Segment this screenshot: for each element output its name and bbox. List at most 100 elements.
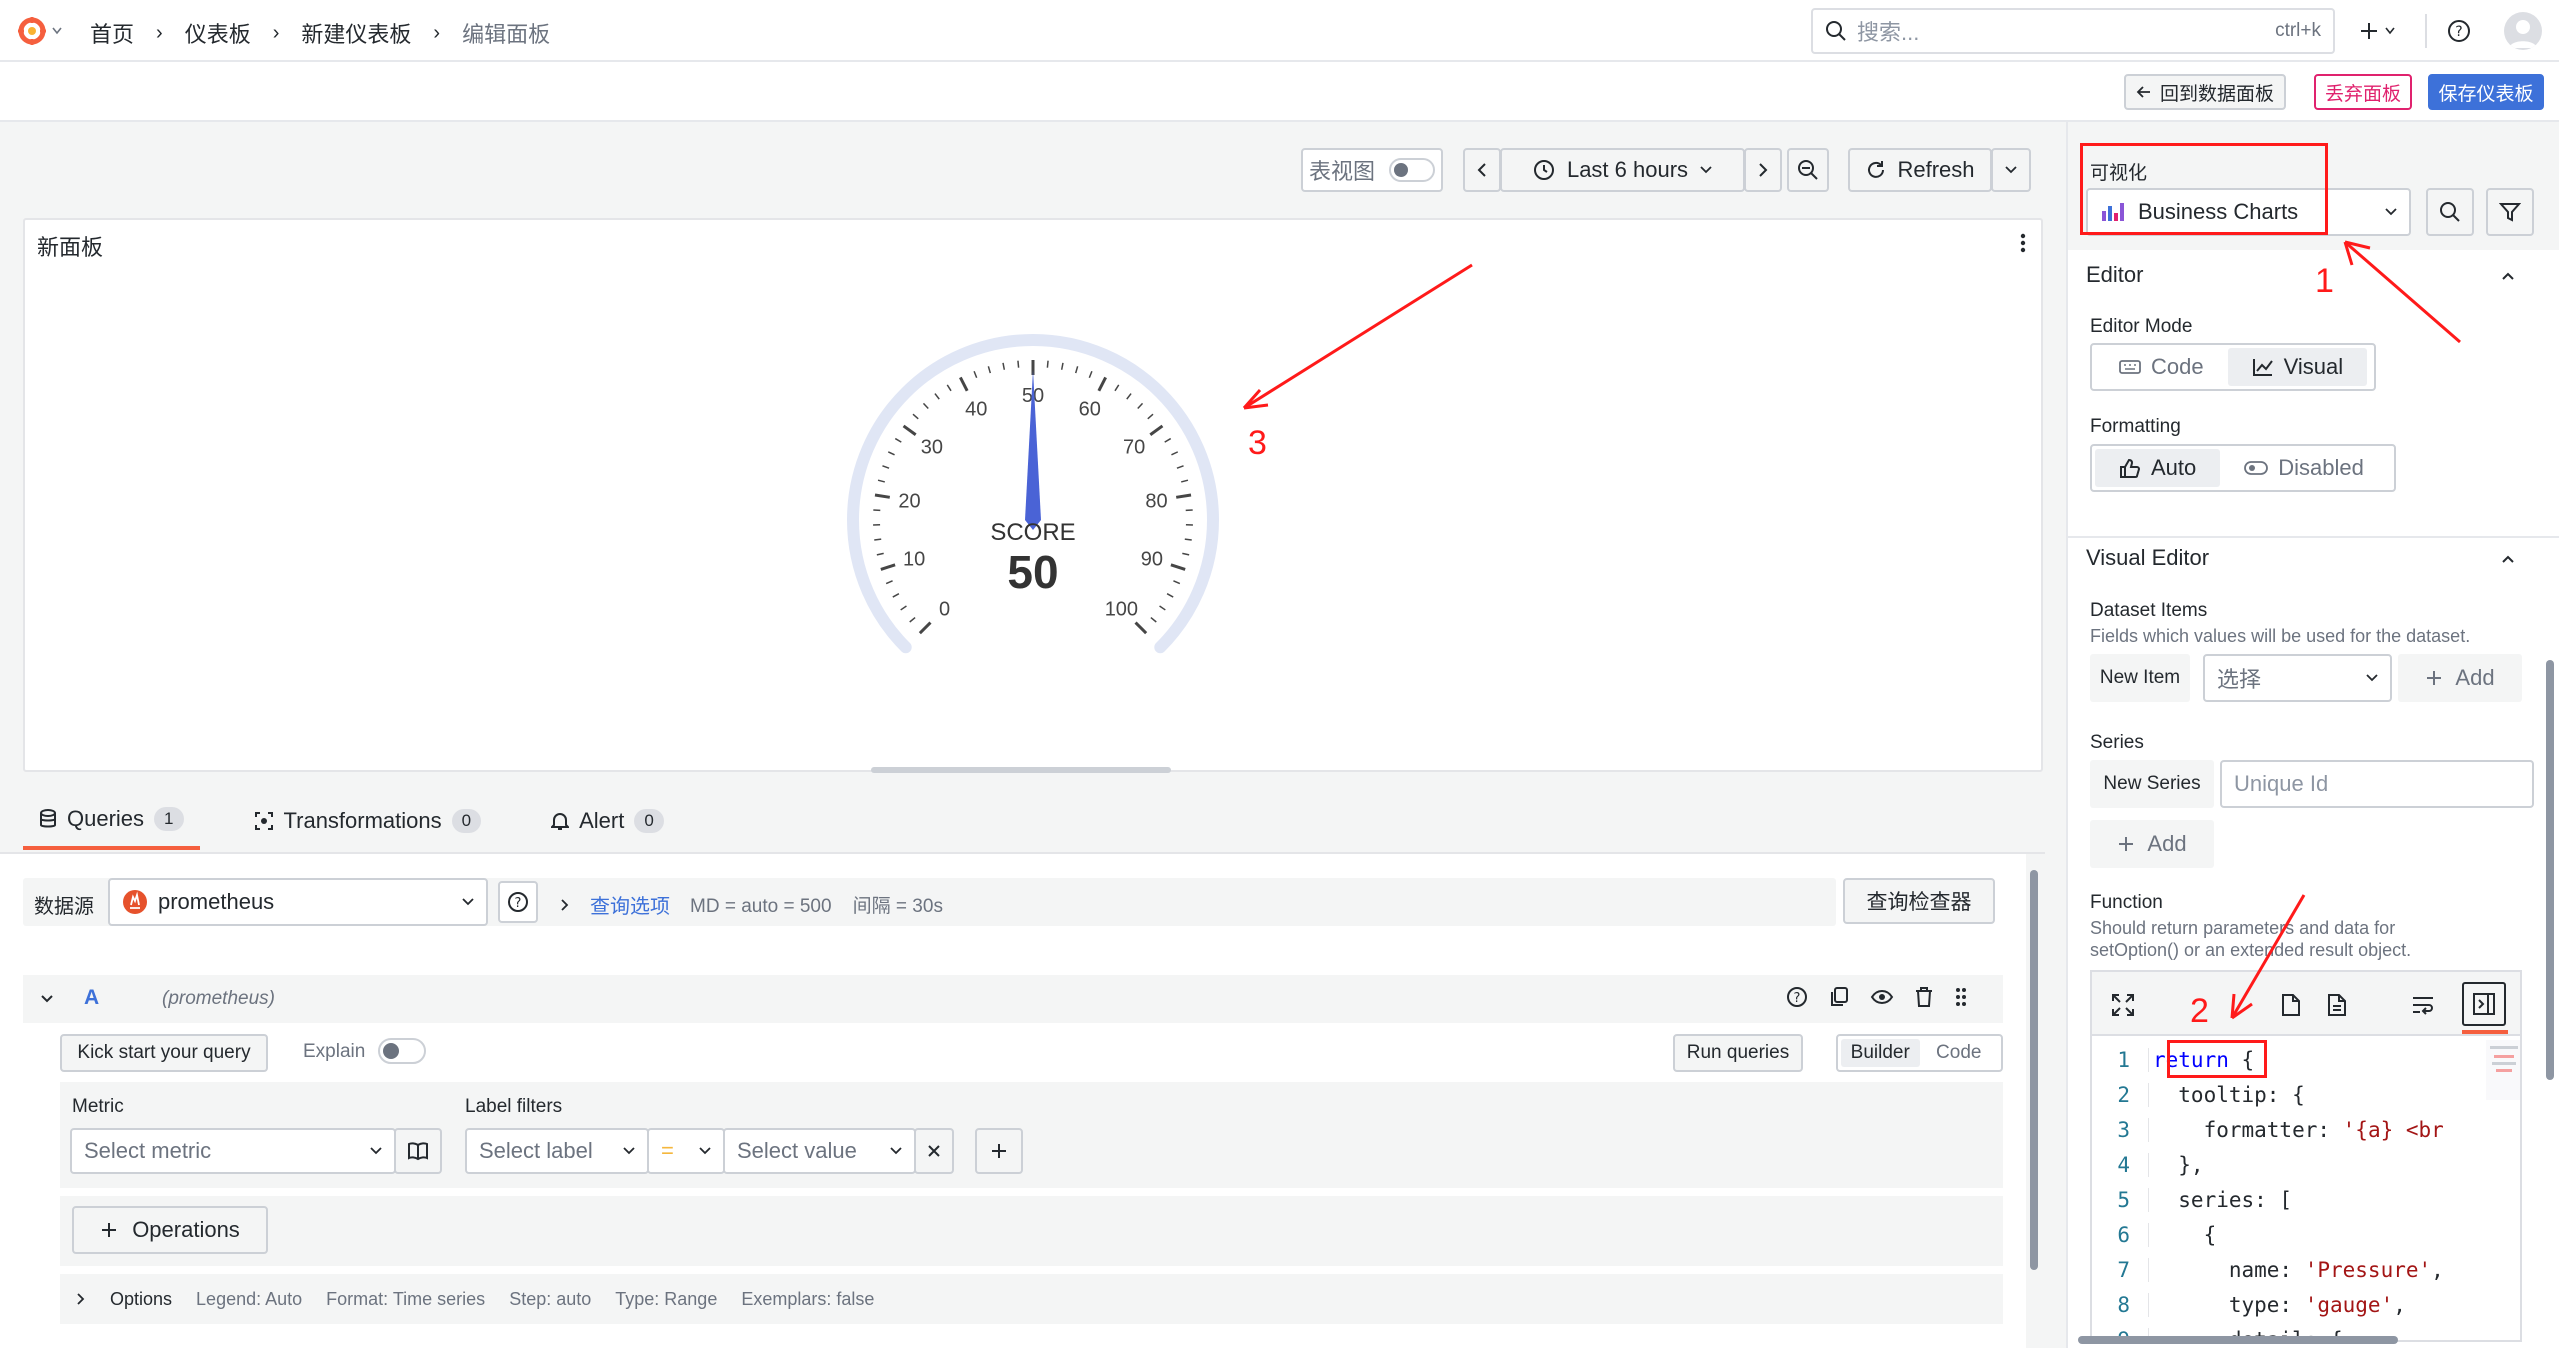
zoom-out-button[interactable] xyxy=(1787,148,1829,192)
dataset-select-placeholder: 选择 xyxy=(2217,667,2262,692)
code-line: 3 formatter: '{a} <br xyxy=(2092,1112,2520,1147)
help-icon[interactable]: ? xyxy=(1786,986,1808,1008)
toggle-switch[interactable] xyxy=(1389,158,1435,182)
code-line: 2 tooltip: { xyxy=(2092,1077,2520,1112)
refresh-button[interactable]: Refresh xyxy=(1848,148,1992,192)
refresh-interval-dropdown[interactable] xyxy=(1991,148,2031,192)
tab-queries[interactable]: Queries 1 xyxy=(23,796,200,850)
collapse-query-icon[interactable] xyxy=(36,988,58,1010)
back-to-dashboard-button[interactable]: 回到数据面板 xyxy=(2124,74,2286,110)
line-number: 4 xyxy=(2117,1152,2130,1177)
value-select[interactable]: Select value xyxy=(723,1128,916,1174)
editor-section-title[interactable]: Editor xyxy=(2086,262,2143,288)
editor-mode-code[interactable]: Code xyxy=(2095,348,2228,386)
code-mode-button[interactable]: Code xyxy=(1920,1039,1999,1067)
eye-icon[interactable] xyxy=(1870,986,1894,1008)
gauge-tick xyxy=(1002,362,1006,370)
chevron-up-icon[interactable] xyxy=(2496,547,2520,571)
discard-panel-button[interactable]: 丢弃面板 xyxy=(2314,74,2412,110)
query-row-header xyxy=(23,975,2003,1023)
operations-button[interactable]: Operations xyxy=(72,1206,268,1254)
builder-mode-button[interactable]: Builder xyxy=(1841,1039,1920,1067)
new-item-text: New Item xyxy=(2099,667,2181,688)
grafana-logo-icon[interactable] xyxy=(14,14,64,48)
line-text: formatter: '{a} <br xyxy=(2148,1117,2444,1142)
panel-menu-icon[interactable] xyxy=(2009,228,2037,258)
time-range-picker[interactable]: Last 6 hours xyxy=(1500,148,1745,192)
duplicate-icon[interactable] xyxy=(1828,986,1850,1008)
gauge-tick xyxy=(874,538,882,541)
options-search-button[interactable] xyxy=(2426,188,2474,236)
add-filter-button[interactable] xyxy=(975,1128,1023,1174)
visual-editor-section-title[interactable]: Visual Editor xyxy=(2086,545,2209,571)
bar-chart-icon xyxy=(2102,203,2124,221)
tab-transformations[interactable]: Transformations 0 xyxy=(238,796,498,850)
plus-icon xyxy=(2427,671,2442,685)
options-hscrollbar[interactable] xyxy=(2078,1336,2398,1344)
explain-toggle[interactable] xyxy=(378,1038,426,1064)
run-queries-label: Run queries xyxy=(1686,1042,1790,1063)
refresh-label: Refresh xyxy=(1897,157,1975,182)
breadcrumb-new-dashboard[interactable]: 新建仪表板 xyxy=(301,17,411,49)
drag-handle-icon[interactable] xyxy=(1954,986,1968,1008)
gauge-tick xyxy=(1134,621,1148,635)
gauge-tick xyxy=(900,605,907,611)
table-view-toggle[interactable]: 表视图 xyxy=(1301,148,1443,192)
panel-resize-handle[interactable] xyxy=(871,767,1171,773)
save-dashboard-button[interactable]: 保存仪表板 xyxy=(2428,74,2544,110)
annotation-number-3: 3 xyxy=(1248,424,1267,462)
function-desc-line2: setOption() or an extended result object… xyxy=(2090,940,2412,960)
metric-select[interactable]: Select metric xyxy=(70,1128,396,1174)
kickstart-query-button[interactable]: Kick start your query xyxy=(60,1034,268,1072)
gauge-tick-label: 40 xyxy=(965,399,987,421)
database-icon xyxy=(40,809,56,828)
help-icon[interactable]: ? xyxy=(2444,16,2474,46)
document-icon[interactable] xyxy=(2324,992,2350,1018)
code-editor[interactable]: 1 return {2 tooltip: {3 formatter: '{a} <… xyxy=(2090,970,2522,1342)
metric-placeholder: Select metric xyxy=(84,1138,212,1163)
keyboard-icon xyxy=(2119,360,2141,374)
formatting-auto[interactable]: Auto xyxy=(2095,449,2221,487)
new-file-icon[interactable] xyxy=(2278,992,2304,1018)
gauge-tick xyxy=(1170,563,1186,571)
query-ref-id[interactable]: A xyxy=(84,986,99,1010)
time-prev-button[interactable] xyxy=(1463,148,1501,192)
search-input[interactable]: 搜索... ctrl+k xyxy=(1811,8,2335,54)
dataset-item-select[interactable]: 选择 xyxy=(2203,654,2392,702)
minimap-toggle-icon[interactable] xyxy=(2462,982,2506,1026)
tab-alert[interactable]: Alert 0 xyxy=(535,796,680,850)
time-next-button[interactable] xyxy=(1744,148,1782,192)
datasource-picker[interactable]: prometheus xyxy=(108,878,488,926)
run-queries-button[interactable]: Run queries xyxy=(1673,1034,1803,1072)
operator-select[interactable]: = xyxy=(647,1128,725,1174)
query-scrollbar[interactable] xyxy=(2030,870,2038,1270)
query-options-row[interactable]: Options Legend: Auto Format: Time series… xyxy=(60,1274,2003,1324)
unique-id-input[interactable]: Unique Id xyxy=(2220,760,2534,808)
avatar[interactable] xyxy=(2504,12,2542,50)
word-wrap-icon[interactable] xyxy=(2410,992,2436,1018)
datasource-help-button[interactable]: ? xyxy=(498,881,538,923)
visualization-picker[interactable]: Business Charts xyxy=(2086,188,2411,236)
breadcrumb-home[interactable]: 首页 xyxy=(90,17,134,49)
options-filter-button[interactable] xyxy=(2486,188,2534,236)
breadcrumb-dashboards[interactable]: 仪表板 xyxy=(185,17,251,49)
query-options-label[interactable]: 查询选项 xyxy=(590,890,670,919)
remove-filter-button[interactable] xyxy=(914,1128,954,1174)
series-add-button[interactable]: Add xyxy=(2090,820,2214,868)
metrics-explorer-button[interactable] xyxy=(394,1128,442,1174)
query-options-toggle[interactable]: 查询选项 MD = auto = 500 间隔 = 30s xyxy=(560,890,943,919)
back-label: 回到数据面板 xyxy=(2159,83,2274,105)
query-inspector-button[interactable]: 查询检查器 xyxy=(1843,878,1995,924)
gauge-tick-label: 100 xyxy=(1105,598,1138,620)
gauge-tick xyxy=(1159,605,1166,611)
expand-icon[interactable] xyxy=(2110,992,2136,1018)
options-scrollbar[interactable] xyxy=(2546,660,2554,1080)
label-select[interactable]: Select label xyxy=(465,1128,649,1174)
trash-icon[interactable] xyxy=(1914,986,1934,1008)
dataset-add-button[interactable]: Add xyxy=(2398,654,2522,702)
formatting-disabled[interactable]: Disabled xyxy=(2220,449,2388,487)
add-menu-button[interactable] xyxy=(2352,14,2402,48)
editor-mode-visual[interactable]: Visual xyxy=(2227,348,2368,386)
query-tabs: Queries 1 Transformations 0 Alert 0 xyxy=(23,796,680,850)
chevron-up-icon[interactable] xyxy=(2496,264,2520,288)
